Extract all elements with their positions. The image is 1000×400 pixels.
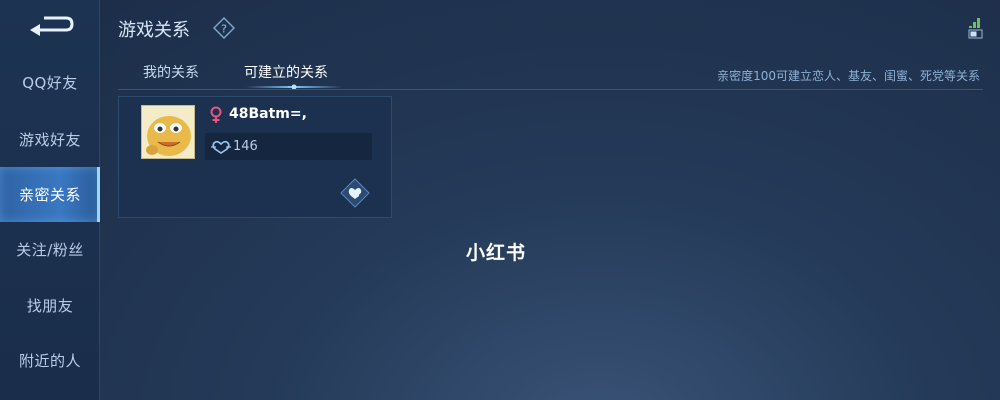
sidebar-item-label: 附近的人 xyxy=(18,352,81,370)
intimacy-value: 146 xyxy=(233,139,258,154)
add-relation-button[interactable] xyxy=(340,178,370,208)
back-arrow-icon[interactable] xyxy=(26,12,74,38)
female-icon xyxy=(210,106,222,123)
sidebar-item-label: 亲密关系 xyxy=(18,186,81,204)
watermark-text: 小红书 xyxy=(466,242,527,264)
tab-available-relations[interactable]: 可建立的关系 xyxy=(244,62,328,82)
tab-divider xyxy=(118,89,983,90)
sidebar-item-find-friends[interactable]: 找朋友 xyxy=(0,278,100,333)
sidebar-item-game-friends[interactable]: 游戏好友 xyxy=(0,112,100,167)
friend-card[interactable]: 48Batm=, 146 xyxy=(118,96,392,218)
page-title: 游戏关系 xyxy=(118,20,190,41)
battery-icon xyxy=(968,18,983,39)
sidebar-item-nearby[interactable]: 附近的人 xyxy=(0,333,100,388)
help-icon[interactable]: ? xyxy=(213,17,235,39)
sidebar-item-intimate[interactable]: 亲密关系 xyxy=(0,167,100,222)
sidebar-item-qq-friends[interactable]: QQ好友 xyxy=(0,55,100,110)
svg-text:?: ? xyxy=(221,23,227,36)
player-name: 48Batm=, xyxy=(229,106,307,122)
sidebar-item-label: 游戏好友 xyxy=(18,131,81,149)
sidebar-item-follow-fans[interactable]: 关注/粉丝 xyxy=(0,222,100,277)
intimacy-heart-icon xyxy=(211,140,231,154)
intimacy-bar: 146 xyxy=(205,133,372,160)
sidebar-item-label: 关注/粉丝 xyxy=(16,241,84,259)
avatar-image xyxy=(142,106,194,158)
relation-hint: 亲密度100可建立恋人、基友、闺蜜、死党等关系 xyxy=(717,69,980,83)
sidebar: QQ好友 游戏好友 亲密关系 关注/粉丝 找朋友 附近的人 xyxy=(0,0,100,400)
avatar[interactable] xyxy=(141,105,195,159)
sidebar-item-label: 找朋友 xyxy=(26,297,74,315)
tab-my-relations[interactable]: 我的关系 xyxy=(143,62,199,82)
sidebar-item-label: QQ好友 xyxy=(22,74,78,92)
